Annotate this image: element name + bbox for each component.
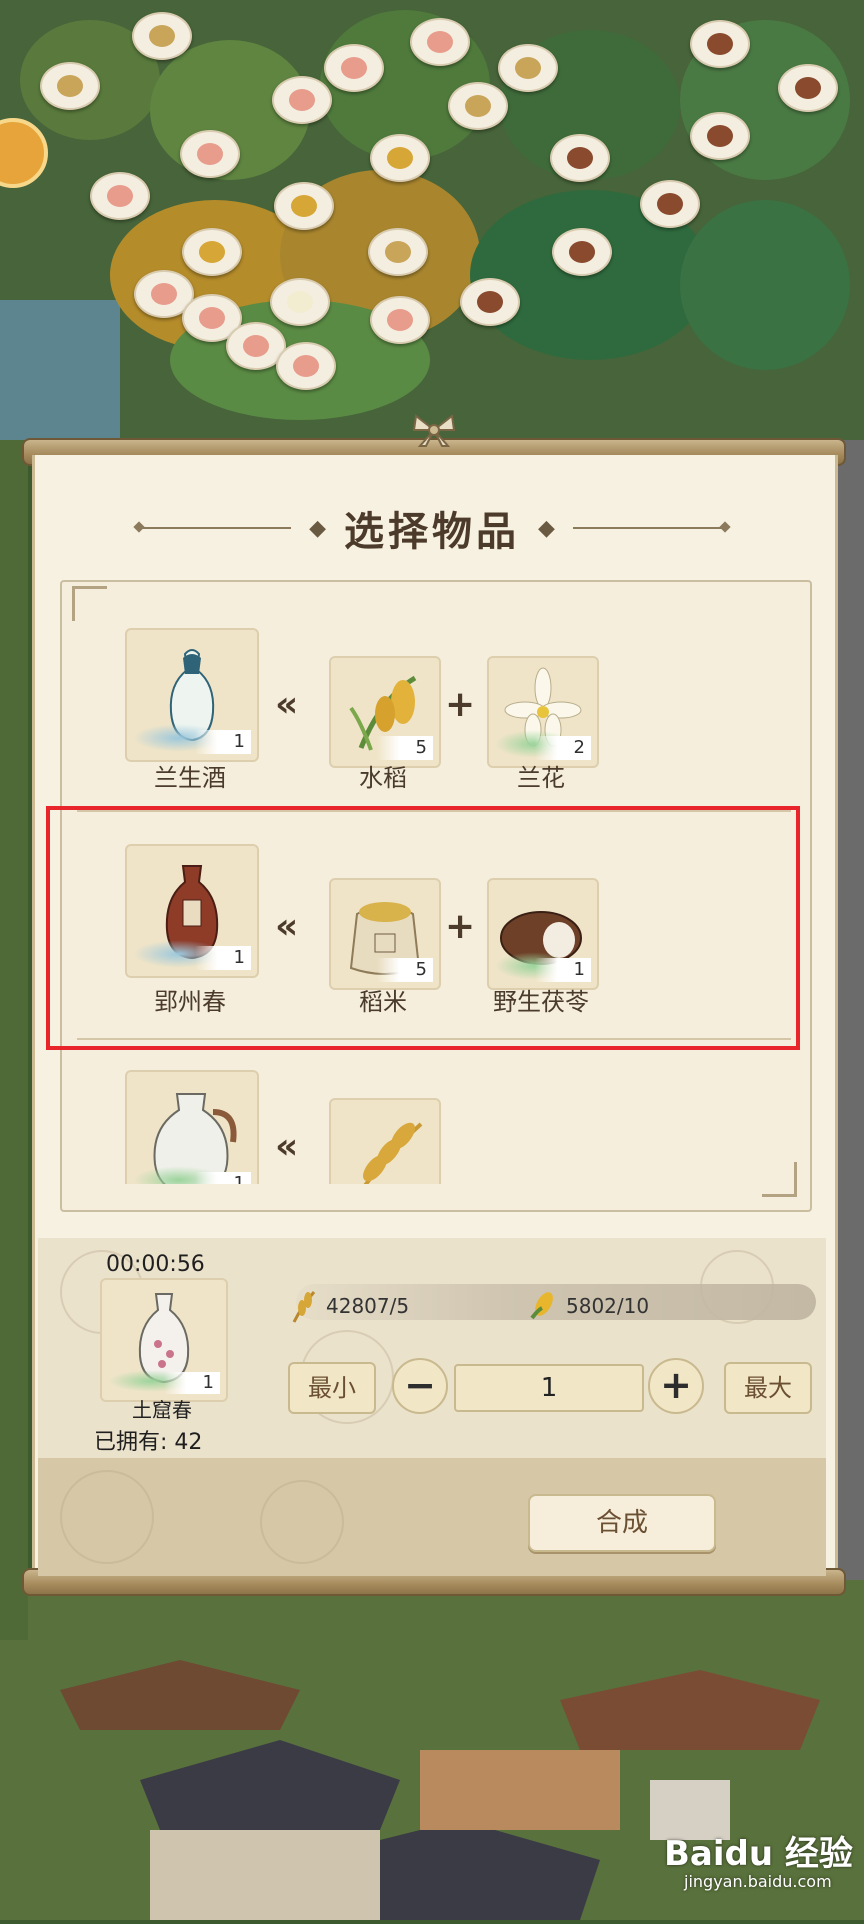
peach-bubble-icon[interactable] — [276, 342, 336, 390]
resource-corn: 5802/10 — [528, 1288, 649, 1324]
plus-icon: + — [445, 684, 476, 725]
ingredient-slot[interactable]: 2 — [487, 656, 599, 768]
corn-icon — [530, 1292, 553, 1320]
peach-bubble-icon[interactable] — [410, 18, 470, 66]
wheat-bubble-icon[interactable] — [368, 228, 428, 276]
selected-item-slot[interactable]: 1 — [100, 1278, 228, 1402]
chestnut-bubble-icon[interactable] — [460, 278, 520, 326]
arrow-left-icon: « — [275, 1126, 299, 1167]
craft-timer: 00:00:56 — [106, 1252, 205, 1277]
selected-item-name: 土窟春 — [132, 1398, 192, 1422]
grain-bubble-icon[interactable] — [370, 134, 430, 182]
grain-bubble-icon[interactable] — [182, 228, 242, 276]
chestnut-bubble-icon[interactable] — [552, 228, 612, 276]
title-divider-right — [572, 527, 723, 529]
dialog-header: ◆ 选择物品 ◆ — [32, 500, 832, 556]
baidu-watermark: Baidu 经验 — [664, 1834, 853, 1874]
peach-bubble-icon[interactable] — [272, 76, 332, 124]
title-divider-left — [141, 527, 292, 529]
title-ornament-left-icon: ◆ — [309, 515, 326, 541]
increase-button[interactable]: + — [648, 1358, 704, 1414]
max-button[interactable]: 最大 — [724, 1362, 812, 1414]
resource-rice: 42807/5 — [288, 1288, 409, 1324]
item-count: 1 — [195, 730, 251, 754]
orchid-bubble-icon[interactable] — [270, 278, 330, 326]
decor-swirl — [60, 1470, 154, 1564]
peach-bubble-icon[interactable] — [324, 44, 384, 92]
product-slot[interactable]: 1 — [125, 628, 259, 762]
rice-stalk-icon — [292, 1291, 316, 1323]
resource-value: 5802/10 — [566, 1294, 650, 1318]
ingredient-slot[interactable]: 5 — [329, 656, 441, 768]
ingredient-slot[interactable] — [329, 1098, 441, 1184]
item-count: 5 — [377, 736, 433, 760]
selection-highlight — [46, 806, 800, 1050]
ingredient-name: 兰花 — [517, 764, 565, 792]
wheat-bubble-icon[interactable] — [40, 62, 100, 110]
chestnut-bubble-icon[interactable] — [550, 134, 610, 182]
dialog-title: 选择物品 — [344, 509, 520, 555]
quantity-field[interactable]: 1 — [454, 1364, 644, 1412]
recipe-row[interactable]: 1 « — [65, 1064, 803, 1184]
wheat-bubble-icon[interactable] — [132, 12, 192, 60]
decor-swirl — [260, 1480, 344, 1564]
watermark-url: jingyan.baidu.com — [684, 1872, 832, 1891]
peach-bubble-icon[interactable] — [370, 296, 430, 344]
peach-bubble-icon[interactable] — [180, 130, 240, 178]
craft-button[interactable]: 合成 — [528, 1494, 716, 1552]
chestnut-bubble-icon[interactable] — [640, 180, 700, 228]
product-name: 兰生酒 — [154, 764, 226, 792]
ingredient-name: 水稻 — [359, 764, 407, 792]
wheat-bubble-icon[interactable] — [498, 44, 558, 92]
item-count: 1 — [195, 1172, 251, 1184]
arrow-left-icon: « — [275, 684, 299, 725]
wheat-ear-icon — [363, 1122, 423, 1184]
min-button[interactable]: 最小 — [288, 1362, 376, 1414]
chestnut-bubble-icon[interactable] — [690, 20, 750, 68]
title-ornament-right-icon: ◆ — [538, 515, 555, 541]
chestnut-bubble-icon[interactable] — [778, 64, 838, 112]
peach-bubble-icon[interactable] — [90, 172, 150, 220]
grain-bubble-icon[interactable] — [274, 182, 334, 230]
owned-count: 已拥有: 42 — [94, 1430, 203, 1455]
ribbon-knot-icon — [412, 414, 456, 447]
chestnut-bubble-icon[interactable] — [690, 112, 750, 160]
item-count: 1 — [164, 1372, 220, 1394]
item-count: 2 — [535, 736, 591, 760]
product-slot[interactable]: 1 — [125, 1070, 259, 1184]
decrease-button[interactable]: − — [392, 1358, 448, 1414]
recipe-row[interactable]: 1 兰生酒 « 5 水稻 + 2 兰花 — [65, 610, 803, 830]
resource-value: 42807/5 — [326, 1294, 410, 1318]
wheat-bubble-icon[interactable] — [448, 82, 508, 130]
